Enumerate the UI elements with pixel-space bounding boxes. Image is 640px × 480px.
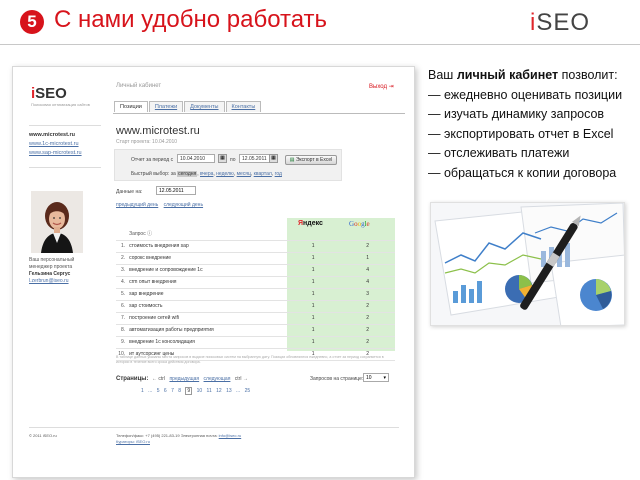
sidebar-site-link[interactable]: www.1c-microtest.ru [29, 141, 82, 147]
report-filter: Отчет за период с 10.04.2010 ▦ по 12.05.… [114, 149, 342, 181]
table-footnote: В таблице данных указаны места запросов … [116, 355, 384, 364]
pages-nav: ← ctrl предыдущая следующая ctrl → [152, 376, 251, 382]
manager-info: Ваш персональный менеджер проекта Гельзи… [29, 257, 75, 285]
cabinet-screenshot: iSEO Поисковая оптимизация сайтов Личный… [12, 66, 415, 478]
quick-week[interactable]: неделю [216, 171, 234, 177]
quick-select: Быстрый выбор: за сегодня, вчера, неделю… [131, 171, 282, 177]
tab-documents[interactable]: Документы [184, 101, 225, 112]
project-start: Старт проекта: 10.04.2010 [116, 139, 178, 145]
slide: 5 С нами удобно работать iSEO iSEO Поиск… [0, 0, 640, 480]
table-row: 3. внедрение и сопровождение 1с 1 4 [116, 264, 395, 277]
date-from-input[interactable]: 10.04.2010 [177, 154, 215, 163]
benefit-item: — ежедневно оценивать позиции [428, 87, 623, 102]
per-page-select[interactable]: 10 ▾ [363, 373, 389, 382]
prev-page-link[interactable]: предыдущая [169, 376, 199, 382]
excel-icon: ▤ [289, 157, 295, 163]
sidebar-divider [29, 125, 101, 126]
help-icon: ⓘ [147, 231, 153, 238]
prev-day-link[interactable]: предыдущий день [116, 202, 158, 208]
chevron-down-icon: ▾ [383, 375, 386, 381]
cabinet-label: Личный кабинет [116, 83, 162, 89]
cabinet-logo-subtitle: Поисковая оптимизация сайтов [31, 102, 90, 107]
data-date-label: Данные на: [116, 189, 143, 195]
cabinet-logo[interactable]: iSEO [31, 85, 67, 102]
table-row: 4. сrm опыт внедрения 1 4 [116, 276, 395, 289]
page-numbers[interactable]: 1 ... 5 6 7 8 9 10 11 12 13 ... 25 [141, 387, 250, 395]
positions-table: Запрос ⓘ 1. стоимость внедрения sap 1 2 2. с… [116, 228, 395, 361]
manager-email[interactable]: l.zerbrun@iseo.ru [29, 278, 74, 285]
benefit-item: — экспортировать отчет в Excel [428, 126, 614, 141]
table-row: 9. внедрение 1с консолидация 1 2 [116, 336, 395, 349]
next-page-link[interactable]: следующая [204, 376, 231, 382]
quick-quarter[interactable]: квартал [254, 171, 272, 177]
calendar-from-icon[interactable]: ▦ [218, 154, 227, 163]
table-header: Запрос ⓘ [116, 228, 395, 241]
manager-photo [31, 191, 83, 253]
benefit-item: — изучать динамику запросов [428, 107, 605, 121]
tab-payments[interactable]: Платежи [148, 101, 184, 112]
period-label: Отчет за период с [131, 157, 174, 163]
benefits-text: Ваш личный кабинет позволит: — ежедневно… [428, 66, 636, 183]
next-day-link[interactable]: следующий день [164, 202, 203, 208]
current-page: 9 [185, 387, 193, 395]
google-logo: Google [349, 220, 370, 228]
footer-divider [29, 427, 399, 428]
footer-site[interactable]: Кураторы: iSEO.ru [116, 439, 241, 445]
copyright: © 2011 iSEO.ru [29, 433, 57, 438]
exit-link[interactable]: Выход ⇥ [369, 83, 394, 90]
period-to-label: по [230, 157, 236, 163]
sidebar-site-link[interactable]: www.sap-microtest.ru [29, 150, 82, 156]
tab-positions[interactable]: Позиции [114, 101, 148, 112]
table-row: 5. sap внедрение 1 3 [116, 288, 395, 301]
column-query: Запрос ⓘ [129, 228, 286, 241]
reports-photo [430, 202, 625, 326]
quick-month[interactable]: месяц [237, 171, 251, 177]
slide-title: С нами удобно работать [54, 6, 328, 33]
sidebar-sites: www.microtest.ru www.1c-microtest.ru www… [29, 132, 82, 159]
pages-label: Страницы: [116, 376, 149, 382]
per-page-label: Запросов на странице: [310, 376, 364, 382]
day-nav: предыдущий день следующий день [116, 202, 207, 208]
calendar-to-icon[interactable]: ▦ [269, 154, 278, 163]
table-row: 8. автоматизация работы предприятия 1 2 [116, 324, 395, 337]
next-arrow: ctrl → [234, 376, 248, 382]
data-date-input[interactable]: 12.05.2011 [156, 186, 196, 195]
table-row: 7. построение сетей wifi 1 2 [116, 312, 395, 325]
quick-today[interactable]: сегодня [177, 171, 198, 177]
table-row: 2. сорокс внедрение 1 1 [116, 252, 395, 265]
benefit-item: — обращаться к копии договора [428, 165, 617, 180]
exit-icon: ⇥ [388, 84, 394, 90]
slide-header: 5 С нами удобно работать iSEO [0, 0, 640, 46]
benefits-intro: Ваш личный кабинет позволит: [428, 68, 618, 82]
brand-logo: iSEO [530, 9, 591, 36]
table-row: 6. sap стоимость 1 2 [116, 300, 395, 313]
yandex-logo: Яндекс [298, 220, 323, 227]
tab-contacts[interactable]: Контакты [225, 101, 262, 112]
table-row: 1. стоимость внедрения sap 1 2 [116, 240, 395, 253]
sidebar-site-current[interactable]: www.microtest.ru [29, 132, 82, 138]
cabinet-tabs: Позиции Платежи Документы Контакты [114, 101, 262, 112]
quick-year[interactable]: год [275, 171, 282, 177]
header-divider [0, 44, 640, 45]
sidebar-divider [29, 167, 101, 168]
footer-email[interactable]: info@iseo.ru [219, 433, 242, 438]
benefit-item: — отслеживать платежи [428, 146, 570, 160]
export-excel-button[interactable]: ▤ Экспорт в Excel [285, 155, 337, 165]
manager-name: Гельзина Сергус [29, 271, 71, 277]
site-name: www.microtest.ru [116, 125, 200, 137]
prev-arrow: ← ctrl [152, 376, 166, 382]
footer-contacts: Телефон/факс: +7 (495) 221-83-19 Электро… [116, 433, 242, 445]
slide-number-badge: 5 [20, 10, 44, 34]
quick-yesterday[interactable]: вчера [200, 171, 213, 177]
tabs-divider [113, 113, 405, 114]
